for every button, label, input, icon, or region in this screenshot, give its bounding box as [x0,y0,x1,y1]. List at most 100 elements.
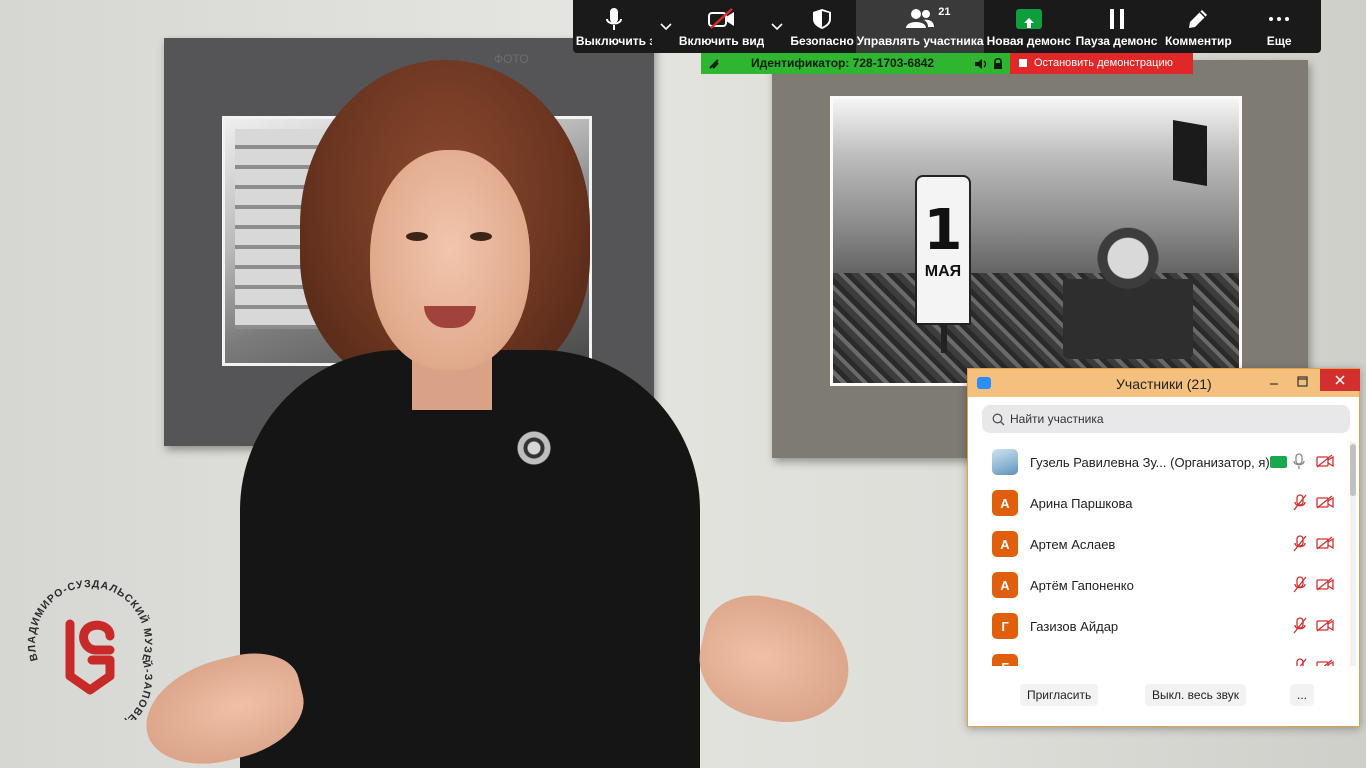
video-off-icon[interactable] [1316,577,1334,591]
share-screen-icon [1015,9,1042,29]
avatar: Г [992,613,1018,639]
lock-icon [994,57,1002,69]
avatar [992,449,1018,475]
list-item[interactable]: Г Газизов Айдар [968,606,1348,647]
eye-right [470,232,492,241]
microphone-muted-icon[interactable] [1293,658,1307,666]
minimize-icon [1270,383,1278,385]
presenter-hand-right [689,585,861,735]
list-item[interactable]: А Артем Аслаев [968,524,1348,565]
avatar: А [992,490,1018,516]
video-off-icon [707,8,734,29]
list-item[interactable]: А Арина Паршкова [968,483,1348,524]
microphone-icon [605,8,622,30]
sign-word: МАЯ [924,263,962,280]
list-item[interactable]: А Артём Гапоненко [968,565,1348,606]
avatar: Г [992,654,1018,666]
participants-icon [906,9,935,28]
participant-name: Арина Паршкова [1030,496,1133,511]
new-share-button[interactable]: Новая демонс [984,0,1074,53]
participant-search-input[interactable]: Найти участника [982,405,1350,433]
participant-name: Артём Гапоненко [1030,578,1134,593]
grip-icon [709,59,719,69]
mouth [424,306,476,328]
avatar: А [992,572,1018,598]
close-button[interactable] [1320,369,1360,391]
video-off-icon[interactable] [1316,536,1334,550]
microphone-muted-icon[interactable] [1293,576,1307,593]
chevron-down-icon [771,22,784,30]
list-item[interactable]: Г [968,647,1348,666]
maximize-button[interactable] [1288,369,1316,393]
scrollbar-thumb[interactable] [1350,444,1356,496]
panel-title: Участники (21) [1116,376,1212,392]
stop-share-label: Остановить демонстрацию [1034,57,1173,69]
presenter [134,60,861,768]
invite-button[interactable]: Пригласить [1020,684,1099,706]
list-scrollbar[interactable] [1350,442,1356,666]
presenter-face [370,150,530,370]
participants-panel: Участники (21) Найти участника Гузель Ра… [967,368,1360,727]
close-icon [1335,375,1345,385]
museum-logo: ВЛАДИМИРО-СУЗДАЛЬСКИЙ МУЗЕЙ-ЗАПОВЕДНИК [26,580,153,720]
stop-icon [1019,59,1027,67]
more-dots-icon [1269,17,1290,21]
presenter-dress [240,350,700,768]
flag-shape [1173,120,1207,186]
participants-list: Гузель Равилевна Зу... (Организатор, я) … [968,442,1348,666]
security-label: Безопаснос [790,34,855,48]
mute-label: Выключить з [575,34,652,48]
maximize-icon [1296,375,1308,387]
mute-all-button[interactable]: Выкл. весь звук [1145,684,1247,706]
video-label: Включить вид [678,34,765,48]
video-off-icon[interactable] [1316,454,1334,468]
shield-icon [813,9,832,29]
more-label: Еще [1266,34,1292,48]
security-button[interactable]: Безопаснос [788,0,856,53]
participant-name: Газизов Айдар [1030,619,1119,634]
annotate-button[interactable]: Комментир [1159,0,1237,53]
participants-label: Управлять участника [856,34,984,48]
speaker-icon [975,59,987,69]
manage-participants-button[interactable]: 21 Управлять участника [856,0,984,53]
list-item[interactable]: Гузель Равилевна Зу... (Организатор, я) [968,442,1348,483]
soldier-figure [1063,219,1193,359]
microphone-muted-icon[interactable] [1293,617,1307,634]
video-off-icon[interactable] [1316,495,1334,509]
participants-count-badge: 21 [938,6,951,18]
framed-photo-soldier: 1 МАЯ [830,96,1242,386]
sharing-icon [1270,456,1287,468]
sign-number: 1 [923,198,963,263]
annotate-label: Комментир [1164,34,1232,48]
participant-name: Гузель Равилевна Зу... (Организатор, я) [1030,455,1270,470]
meeting-id-text: Идентификатор: 728-1703-6842 [751,56,935,70]
eye-left [406,232,428,241]
pause-icon [1109,9,1124,29]
microphone-muted-icon[interactable] [1293,494,1307,511]
audio-options-caret[interactable] [655,0,677,53]
search-placeholder: Найти участника [1010,412,1104,426]
pencil-icon [1189,10,1208,28]
minimize-button[interactable] [1260,369,1288,393]
zoom-app-icon [977,377,991,389]
search-icon [992,413,1005,426]
avatar: А [992,531,1018,557]
chevron-down-icon [660,22,672,30]
microphone-icon[interactable] [1293,453,1305,470]
microphone-muted-icon[interactable] [1293,535,1307,552]
panel-more-button[interactable]: ... [1290,684,1315,706]
stop-share-button[interactable]: Остановить демонстрацию [1010,53,1193,74]
pause-share-label: Пауза демонс [1075,34,1158,48]
participant-name: Артем Аслаев [1030,537,1116,552]
video-off-icon[interactable] [1316,659,1334,666]
more-button[interactable]: Еще [1237,0,1321,53]
video-options-caret[interactable] [766,0,788,53]
start-video-button[interactable]: Включить вид [677,0,767,53]
video-off-icon[interactable] [1316,618,1334,632]
panel-titlebar[interactable]: Участники (21) [968,369,1360,397]
pause-share-button[interactable]: Пауза демонс [1074,0,1160,53]
new-share-label: Новая демонс [986,34,1071,48]
meeting-id-bar[interactable]: Идентификатор: 728-1703-6842 [701,53,1010,74]
meeting-toolbar: Выключить з Включить вид Безопаснос 21 У… [573,0,1321,53]
mute-button[interactable]: Выключить з [573,0,655,53]
